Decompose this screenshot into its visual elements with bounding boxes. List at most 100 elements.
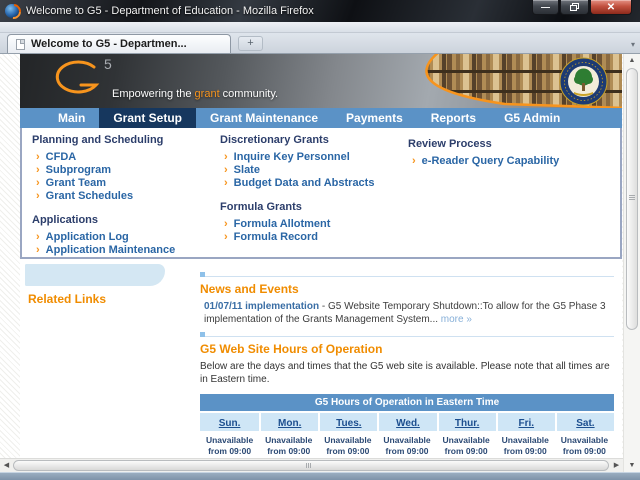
window-bottom-frame (0, 472, 640, 480)
scroll-down-icon[interactable]: ▼ (624, 459, 640, 472)
menu-link-formula-record[interactable]: › Formula Record (220, 231, 400, 244)
chevron-icon: › (224, 151, 228, 163)
tab-overflow-icon[interactable]: ▾ (631, 40, 635, 49)
news-item: 01/07/11 implementation - G5 Website Tem… (200, 300, 614, 326)
hours-cell-wed: Unavailable from 09:00 AM - 05:00 PM (377, 431, 437, 458)
firefox-icon (5, 4, 19, 18)
grant-setup-menu: Planning and Scheduling › CFDA › Subprogram ›… (20, 128, 622, 259)
menu-heading-formula-grants: Formula Grants (220, 201, 302, 213)
day-header-fri: Fri. (495, 411, 555, 431)
section-divider (200, 332, 614, 337)
menu-link-application-maintenance[interactable]: › Application Maintenance (32, 244, 212, 257)
hours-heading: G5 Web Site Hours of Operation (200, 342, 383, 356)
day-link-wed[interactable]: Wed. (396, 418, 420, 429)
hours-cell-tues: Unavailable from 09:00 AM - 05:00 PM (318, 431, 378, 458)
close-button[interactable]: ✕ (590, 0, 632, 15)
menu-link-label: Budget Data and Abstracts (233, 177, 375, 189)
minimize-button[interactable]: — (532, 0, 559, 15)
chevron-icon: › (224, 231, 228, 243)
tab-bar: Welcome to G5 - Departmen... + ▾ (0, 33, 640, 54)
day-link-tues[interactable]: Tues. (336, 418, 361, 429)
menu-link-application-log[interactable]: › Application Log (32, 231, 212, 244)
day-link-sat[interactable]: Sat. (576, 418, 594, 429)
hours-intro: Below are the days and times that the G5… (200, 361, 610, 385)
menu-column: Discretionary Grants › Inquire Key Personn… (220, 134, 400, 244)
day-link-mon[interactable]: Mon. (278, 418, 301, 429)
day-link-fri[interactable]: Fri. (518, 418, 534, 429)
day-header-thur: Thur. (436, 411, 496, 431)
g5-logo-5: 5 (104, 56, 112, 72)
g5-page: 5 Empowering the grant community. Main G… (20, 54, 622, 458)
hours-cell-mon: Unavailable from 09:00 AM - 05:00 PM (259, 431, 319, 458)
menu-link-label: Subprogram (45, 164, 112, 176)
day-header-sun: Sun. (200, 411, 260, 431)
menu-link-e-reader-query-capability[interactable]: › e-Reader Query Capability (408, 155, 613, 168)
horizontal-scroll-thumb[interactable] (13, 460, 609, 471)
tab-welcome-to-g5[interactable]: Welcome to G5 - Departmen... (7, 34, 231, 53)
menu-link-label: Formula Allotment (233, 218, 331, 230)
chevron-icon: › (224, 177, 228, 189)
restore-button[interactable] (560, 0, 589, 15)
menu-link-inquire-key-personnel[interactable]: › Inquire Key Personnel (220, 151, 400, 164)
new-tab-button[interactable]: + (238, 36, 263, 51)
chevron-icon: › (36, 231, 40, 243)
site-banner: 5 Empowering the grant community. (20, 54, 622, 108)
menu-link-budget-data-and-abstracts[interactable]: › Budget Data and Abstracts (220, 177, 400, 190)
browser-window: Welcome to G5 - Department of Education … (0, 0, 640, 480)
menu-link-slate[interactable]: › Slate (220, 164, 400, 177)
menu-link-grant-team[interactable]: › Grant Team (32, 177, 212, 190)
menu-link-label: Inquire Key Personnel (233, 151, 350, 163)
hours-cell-sat: Unavailable from 09:00 AM - 05:00 PM (554, 431, 614, 458)
chevron-icon: › (36, 190, 40, 202)
title-bar[interactable]: Welcome to G5 - Department of Education … (0, 0, 640, 22)
menu-column: Planning and Scheduling › CFDA › Subprogram ›… (32, 134, 212, 257)
thumb-grip-icon (306, 463, 315, 468)
menu-heading-review-process: Review Process (408, 138, 492, 150)
menu-strip (0, 22, 640, 33)
scroll-up-icon[interactable]: ▲ (624, 54, 640, 67)
tagline: Empowering the grant community. (112, 88, 279, 100)
vertical-scroll-thumb[interactable] (626, 68, 638, 330)
menu-heading-planning-and-scheduling: Planning and Scheduling (32, 134, 164, 146)
hours-cell-fri: Unavailable from 09:00 AM - 05:00 PM (495, 431, 555, 458)
nav-item-payments[interactable]: Payments (332, 108, 417, 128)
tab-label: Welcome to G5 - Departmen... (31, 38, 187, 50)
menu-heading-discretionary-grants: Discretionary Grants (220, 134, 329, 146)
nav-item-g5-admin[interactable]: G5 Admin (490, 108, 574, 128)
hours-cell-sun: Unavailable from 09:00 AM - 05:00 PM (200, 431, 260, 458)
menu-link-formula-allotment[interactable]: › Formula Allotment (220, 218, 400, 231)
horizontal-scrollbar[interactable]: ◀ ▶ (0, 458, 623, 472)
menu-link-subprogram[interactable]: › Subprogram (32, 164, 212, 177)
nav-item-grant-maintenance[interactable]: Grant Maintenance (196, 108, 332, 128)
menu-link-label: Grant Schedules (45, 190, 134, 202)
main-column: News and Events 01/07/11 implementation … (200, 259, 614, 458)
more-link[interactable]: more » (441, 314, 472, 325)
window-controls: — ✕ (532, 0, 632, 15)
main-nav: Main Grant Setup Grant Maintenance Payments… (20, 108, 622, 128)
page-icon (16, 38, 25, 50)
related-links-cap (25, 264, 165, 286)
menu-link-label: Application Maintenance (45, 244, 176, 256)
day-link-sun[interactable]: Sun. (219, 418, 241, 429)
section-divider (200, 272, 614, 277)
day-link-thur[interactable]: Thur. (455, 418, 479, 429)
thumb-grip-icon (629, 195, 635, 202)
news-link[interactable]: 01/07/11 implementation (204, 301, 319, 312)
chevron-icon: › (224, 164, 228, 176)
scroll-right-icon[interactable]: ▶ (610, 459, 623, 472)
dept-of-education-seal (559, 57, 608, 106)
menu-link-grant-schedules[interactable]: › Grant Schedules (32, 190, 212, 203)
nav-item-grant-setup[interactable]: Grant Setup (99, 108, 197, 128)
scroll-left-icon[interactable]: ◀ (0, 459, 13, 472)
chevron-icon: › (36, 151, 40, 163)
nav-item-main[interactable]: Main (44, 108, 99, 128)
menu-link-cfda[interactable]: › CFDA (32, 151, 212, 164)
restore-icon (570, 3, 579, 11)
vertical-scrollbar[interactable]: ▲ ▼ (623, 54, 640, 472)
menu-link-label: Slate (233, 164, 260, 176)
chevron-icon: › (36, 244, 40, 256)
day-header-mon: Mon. (259, 411, 319, 431)
chevron-icon: › (36, 164, 40, 176)
menu-link-label: e-Reader Query Capability (421, 155, 560, 167)
nav-item-reports[interactable]: Reports (417, 108, 490, 128)
